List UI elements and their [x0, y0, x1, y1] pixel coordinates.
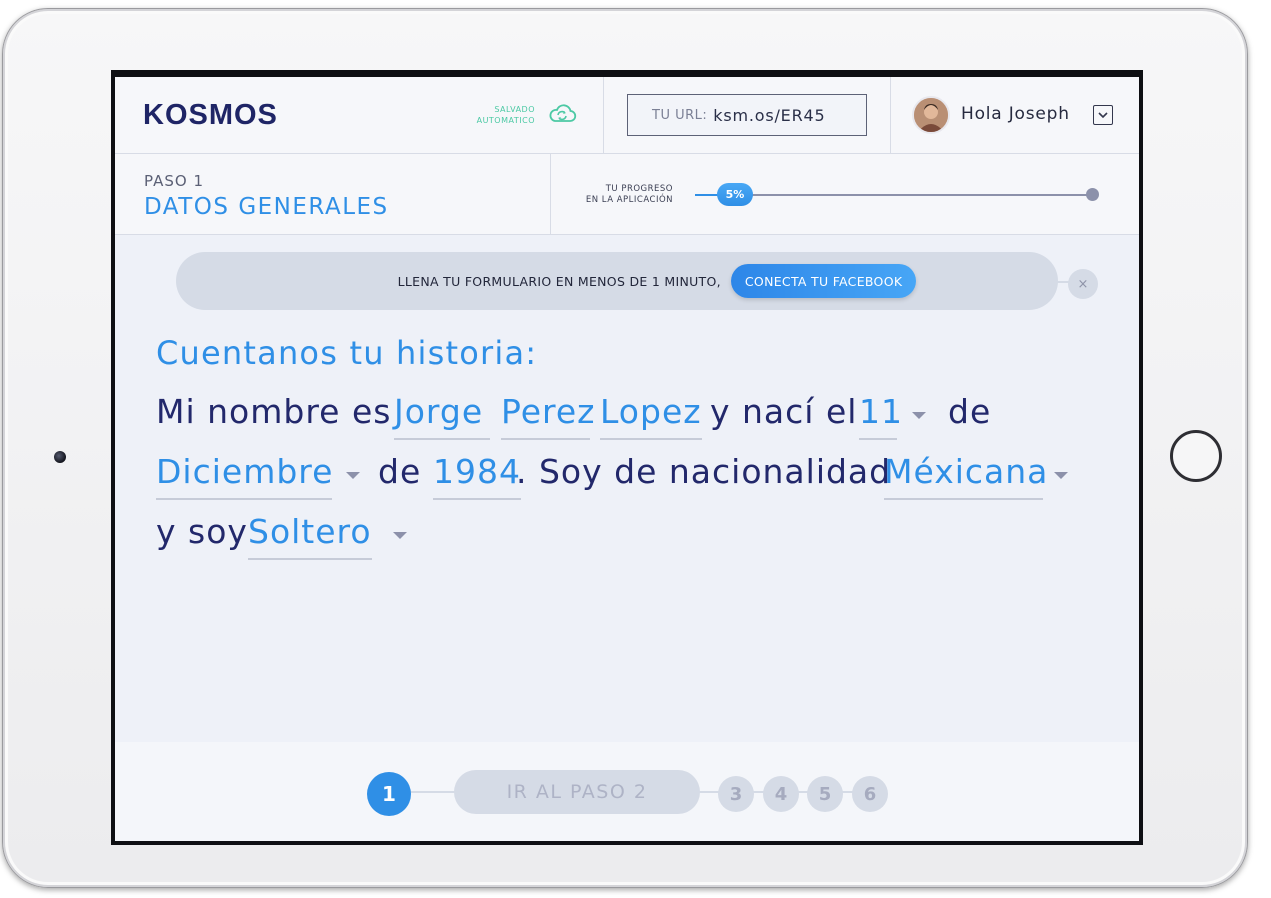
autosave-line-2: AUTOMATICO	[476, 116, 535, 125]
home-button[interactable]	[1170, 430, 1222, 482]
progress-label-line-1: TU PROGRESO	[605, 184, 673, 194]
nationality-select[interactable]: Méxicana	[884, 452, 1047, 500]
url-value: ksm.os/ER45	[713, 105, 826, 125]
camera-icon	[54, 451, 66, 463]
last-name-1-field[interactable]: Perez	[501, 392, 595, 440]
progress-value-badge: 5%	[717, 183, 753, 206]
story-text-5: . Soy de nacionalidad	[516, 452, 892, 491]
story-text-2: y nací el	[710, 392, 858, 431]
stepbar-divider	[550, 154, 551, 235]
user-menu-dropdown[interactable]	[1093, 105, 1113, 125]
autosave-status: SALVADO AUTOMATICO	[445, 104, 535, 126]
progress-track	[695, 194, 1092, 196]
progress-label-line-2: EN LA APLICACIÓN	[585, 195, 673, 205]
birth-month-select[interactable]: Diciembre	[156, 452, 332, 500]
header: KOSMOS SALVADO AUTOMATICO TU URL: ksm.os…	[115, 77, 1139, 154]
step-4-indicator[interactable]: 4	[763, 776, 799, 812]
chevron-down-icon[interactable]	[1054, 472, 1068, 479]
go-to-step-2-button[interactable]: IR AL PASO 2	[454, 770, 700, 814]
step-bar: PASO 1 DATOS GENERALES TU PROGRESO EN LA…	[115, 154, 1139, 235]
step-5-indicator[interactable]: 5	[807, 776, 843, 812]
last-name-2-field[interactable]: Lopez	[600, 392, 702, 440]
connect-facebook-button[interactable]: CONECTA TU FACEBOOK	[730, 264, 917, 298]
story-title: Cuentanos tu historia:	[156, 334, 538, 372]
step-3-indicator[interactable]: 3	[718, 776, 754, 812]
story-text-3: de	[948, 392, 992, 431]
chevron-down-icon[interactable]	[346, 472, 360, 479]
header-divider-1	[603, 77, 604, 154]
step-title: DATOS GENERALES	[144, 194, 389, 220]
tablet-frame: KOSMOS SALVADO AUTOMATICO TU URL: ksm.os…	[2, 8, 1248, 888]
chevron-down-icon[interactable]	[393, 532, 407, 539]
birth-year-field[interactable]: 1984	[433, 452, 521, 500]
user-greeting: Hola Joseph	[961, 104, 1070, 124]
marital-status-select[interactable]: Soltero	[248, 512, 372, 560]
banner-text: LLENA TU FORMULARIO EN MENOS DE 1 MINUTO…	[397, 273, 721, 289]
progress-end-dot	[1086, 188, 1099, 201]
user-avatar[interactable]	[912, 96, 950, 134]
cloud-sync-icon	[549, 104, 577, 122]
step-number: PASO 1	[144, 172, 204, 190]
story-text-1: Mi nombre es	[156, 392, 392, 431]
step-6-indicator[interactable]: 6	[852, 776, 888, 812]
story-text-4: de	[378, 452, 422, 491]
kosmos-logo[interactable]: KOSMOS	[143, 99, 278, 132]
app: KOSMOS SALVADO AUTOMATICO TU URL: ksm.os…	[115, 77, 1139, 841]
progress-label: TU PROGRESO EN LA APLICACIÓN	[575, 184, 673, 206]
screen: KOSMOS SALVADO AUTOMATICO TU URL: ksm.os…	[111, 70, 1143, 845]
header-divider-2	[890, 77, 891, 154]
step-1-indicator[interactable]: 1	[367, 772, 411, 816]
close-icon[interactable]: ×	[1068, 269, 1098, 299]
birth-day-select[interactable]: 11	[859, 392, 902, 440]
chevron-down-icon[interactable]	[912, 412, 926, 419]
url-label: TU URL:	[652, 107, 708, 123]
facebook-banner: LLENA TU FORMULARIO EN MENOS DE 1 MINUTO…	[176, 252, 1058, 310]
avatar-icon	[914, 98, 948, 132]
chevron-down-icon	[1098, 111, 1108, 118]
story-text-6: y soy	[156, 512, 248, 551]
user-url-field[interactable]: TU URL: ksm.os/ER45	[627, 94, 867, 136]
step-navigation: 1 IR AL PASO 2 3 4 5 6	[115, 742, 1139, 841]
first-name-field[interactable]: Jorge	[394, 392, 490, 440]
autosave-line-1: SALVADO	[494, 105, 535, 114]
